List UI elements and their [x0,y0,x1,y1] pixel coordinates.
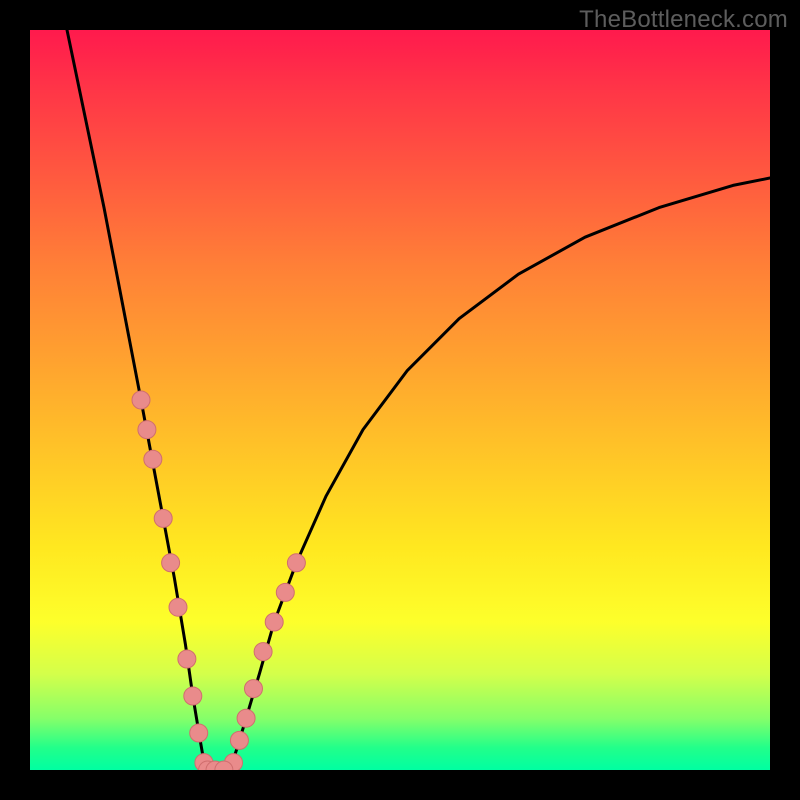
data-marker [169,598,187,616]
data-marker [184,687,202,705]
data-marker [287,554,305,572]
data-marker [154,509,172,527]
data-marker [276,583,294,601]
data-marker [178,650,196,668]
data-marker [244,680,262,698]
data-marker [265,613,283,631]
data-marker [138,421,156,439]
chart-frame: TheBottleneck.com [0,0,800,800]
chart-svg [30,30,770,770]
data-marker [132,391,150,409]
data-marker [230,731,248,749]
data-marker [144,450,162,468]
data-marker [162,554,180,572]
plot-area [30,30,770,770]
data-marker [190,724,208,742]
data-marker [237,709,255,727]
data-marker [254,643,272,661]
curve-segment [230,178,770,770]
